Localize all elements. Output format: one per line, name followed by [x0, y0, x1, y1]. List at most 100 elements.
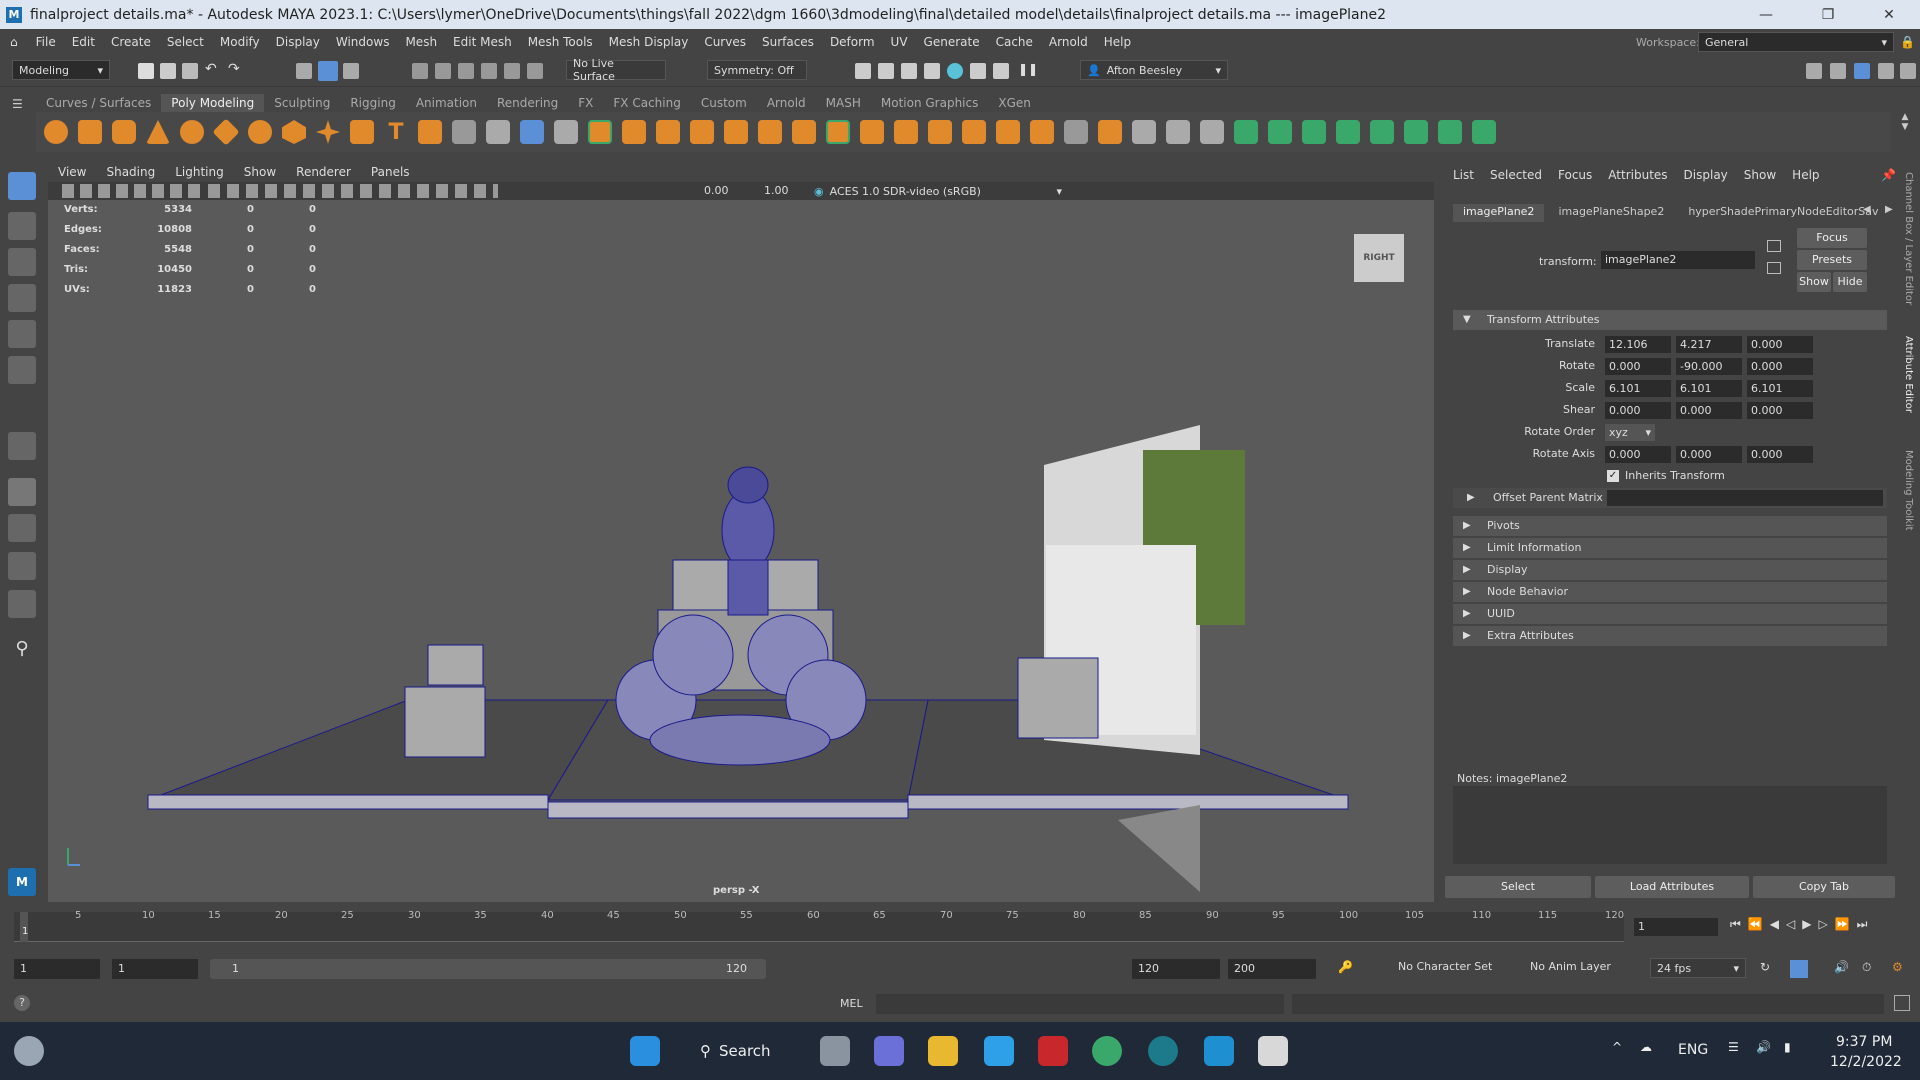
fill-hole-icon[interactable]	[792, 120, 816, 144]
single-view-icon[interactable]	[8, 478, 36, 506]
shear-x-field[interactable]: 0.000	[1605, 402, 1671, 419]
shelf-menu-icon[interactable]: ☰	[12, 97, 23, 111]
translate-z-field[interactable]: 0.000	[1747, 336, 1813, 353]
translate-y-field[interactable]: 4.217	[1676, 336, 1742, 353]
menu-mesh-tools[interactable]: Mesh Tools	[520, 35, 601, 49]
separate-icon[interactable]	[520, 120, 544, 144]
bridge-icon[interactable]	[690, 120, 714, 144]
insert-loop-icon[interactable]	[894, 120, 918, 144]
anim-layer-dropdown[interactable]: No Anim Layer	[1530, 960, 1611, 973]
ae-menu-focus[interactable]: Focus	[1558, 168, 1592, 182]
menu-select[interactable]: Select	[159, 35, 212, 49]
connect-icon[interactable]	[928, 120, 952, 144]
extrude-icon[interactable]	[656, 120, 680, 144]
go-to-input-icon[interactable]	[1767, 240, 1781, 252]
show-button[interactable]: Show	[1797, 272, 1831, 292]
network-status-icon[interactable]: ☁	[1640, 1040, 1652, 1054]
viewport-menu-shading[interactable]: Shading	[96, 165, 165, 179]
workspace-dropdown[interactable]: General ▾	[1698, 32, 1894, 52]
cut-uv-icon[interactable]	[1370, 120, 1394, 144]
outliner-icon[interactable]	[8, 590, 36, 618]
side-tab-channel-box[interactable]: Channel Box / Layer Editor	[1903, 172, 1914, 305]
cylindrical-map-icon[interactable]	[1268, 120, 1292, 144]
step-back-key-icon[interactable]: ⏪	[1748, 917, 1763, 932]
super-shape-icon[interactable]	[316, 120, 340, 144]
ipr-render-icon[interactable]	[901, 63, 917, 79]
move-tool-icon[interactable]	[8, 284, 36, 312]
snap-vertex-icon[interactable]	[527, 63, 543, 79]
poly-sphere-icon[interactable]	[44, 120, 68, 144]
menu-arnold[interactable]: Arnold	[1041, 35, 1096, 49]
shelf-tab-animation[interactable]: Animation	[406, 94, 487, 112]
gamma-value[interactable]: 1.00	[764, 184, 789, 197]
transform-name-field[interactable]: imagePlane2	[1601, 251, 1755, 269]
anim-end-field[interactable]: 200	[1228, 959, 1316, 979]
rotate-y-field[interactable]: -90.000	[1676, 358, 1742, 375]
menu-windows[interactable]: Windows	[328, 35, 398, 49]
play-forward-icon[interactable]: ▶	[1802, 917, 1811, 932]
viewport-menu-view[interactable]: View	[48, 165, 96, 179]
shelf-tab-xgen[interactable]: XGen	[988, 94, 1041, 112]
arnold-render-icon[interactable]	[970, 63, 986, 79]
reduce-icon[interactable]	[1098, 120, 1122, 144]
modeling-toolkit-icon[interactable]	[1806, 63, 1822, 79]
chevron-up-icon[interactable]: ^	[1612, 1040, 1622, 1054]
minimize-button[interactable]: —	[1743, 0, 1789, 29]
end-time-field[interactable]: 120	[1132, 959, 1220, 979]
shelf-tab-rigging[interactable]: Rigging	[340, 94, 405, 112]
poly-cone-icon[interactable]	[146, 120, 170, 144]
smooth-icon[interactable]	[554, 120, 578, 144]
select-hierarchy-icon[interactable]	[296, 63, 312, 79]
scene-geometry[interactable]	[48, 200, 1434, 902]
menu-help[interactable]: Help	[1096, 35, 1139, 49]
snipping-tool-icon[interactable]	[1258, 1036, 1288, 1066]
menu-edit-mesh[interactable]: Edit Mesh	[445, 35, 520, 49]
poly-torus-icon[interactable]	[180, 120, 204, 144]
menu-deform[interactable]: Deform	[822, 35, 883, 49]
section-extra-attributes[interactable]: ▶ Extra Attributes	[1453, 626, 1887, 646]
symmetry-dropdown[interactable]: Symmetry: Off	[707, 60, 807, 80]
quadrangulate-icon[interactable]	[1064, 120, 1088, 144]
tab-scroll-left-icon[interactable]: ◀	[1863, 204, 1871, 215]
bevel-icon[interactable]	[724, 120, 748, 144]
search-icon[interactable]: ⚲	[8, 638, 36, 666]
combine-icon[interactable]	[486, 120, 510, 144]
go-to-output-icon[interactable]	[1767, 262, 1781, 274]
poly-disc-icon[interactable]	[248, 120, 272, 144]
notes-textarea[interactable]	[1453, 786, 1887, 864]
shelf-tab-fx[interactable]: FX	[568, 94, 603, 112]
shelf-tab-mash[interactable]: MASH	[816, 94, 871, 112]
menu-edit[interactable]: Edit	[64, 35, 103, 49]
battery-icon[interactable]: ▮	[1784, 1040, 1791, 1054]
step-forward-key-icon[interactable]: ⏩	[1835, 917, 1850, 932]
anim-start-field[interactable]: 1	[112, 959, 198, 979]
menu-generate[interactable]: Generate	[916, 35, 988, 49]
spherical-map-icon[interactable]	[1302, 120, 1326, 144]
hypershade-icon[interactable]	[947, 63, 963, 79]
viewport-menu-panels[interactable]: Panels	[361, 165, 420, 179]
help-icon[interactable]: ?	[14, 995, 30, 1011]
menu-modify[interactable]: Modify	[212, 35, 268, 49]
range-bar[interactable]: 1 120	[210, 959, 766, 979]
chrome-icon[interactable]	[1092, 1036, 1122, 1066]
collapse-icon[interactable]	[996, 120, 1020, 144]
scale-tool-icon[interactable]	[8, 356, 36, 384]
unfold-uv-icon[interactable]	[1404, 120, 1428, 144]
pause-icon[interactable]: ❚❚	[1018, 62, 1038, 76]
select-button[interactable]: Select	[1445, 876, 1591, 898]
shear-y-field[interactable]: 0.000	[1676, 402, 1742, 419]
boolean-icon[interactable]	[588, 120, 612, 144]
menu-uv[interactable]: UV	[883, 35, 916, 49]
playback-speed-icon[interactable]: ⏱	[1862, 960, 1871, 975]
attribute-editor-icon[interactable]	[1830, 63, 1846, 79]
go-to-end-icon[interactable]: ⏭	[1857, 917, 1868, 932]
four-view-icon[interactable]	[8, 514, 36, 542]
script-editor-icon[interactable]	[1894, 995, 1910, 1011]
ae-menu-selected[interactable]: Selected	[1490, 168, 1542, 182]
script-language-label[interactable]: MEL	[840, 997, 863, 1010]
rotate-order-dropdown[interactable]: xyz ▾	[1605, 424, 1655, 441]
shelf-tab-arnold[interactable]: Arnold	[757, 94, 816, 112]
triangulate-icon[interactable]	[1030, 120, 1054, 144]
sound-icon[interactable]: 🔊	[1834, 960, 1849, 974]
l-app-icon[interactable]	[984, 1036, 1014, 1066]
